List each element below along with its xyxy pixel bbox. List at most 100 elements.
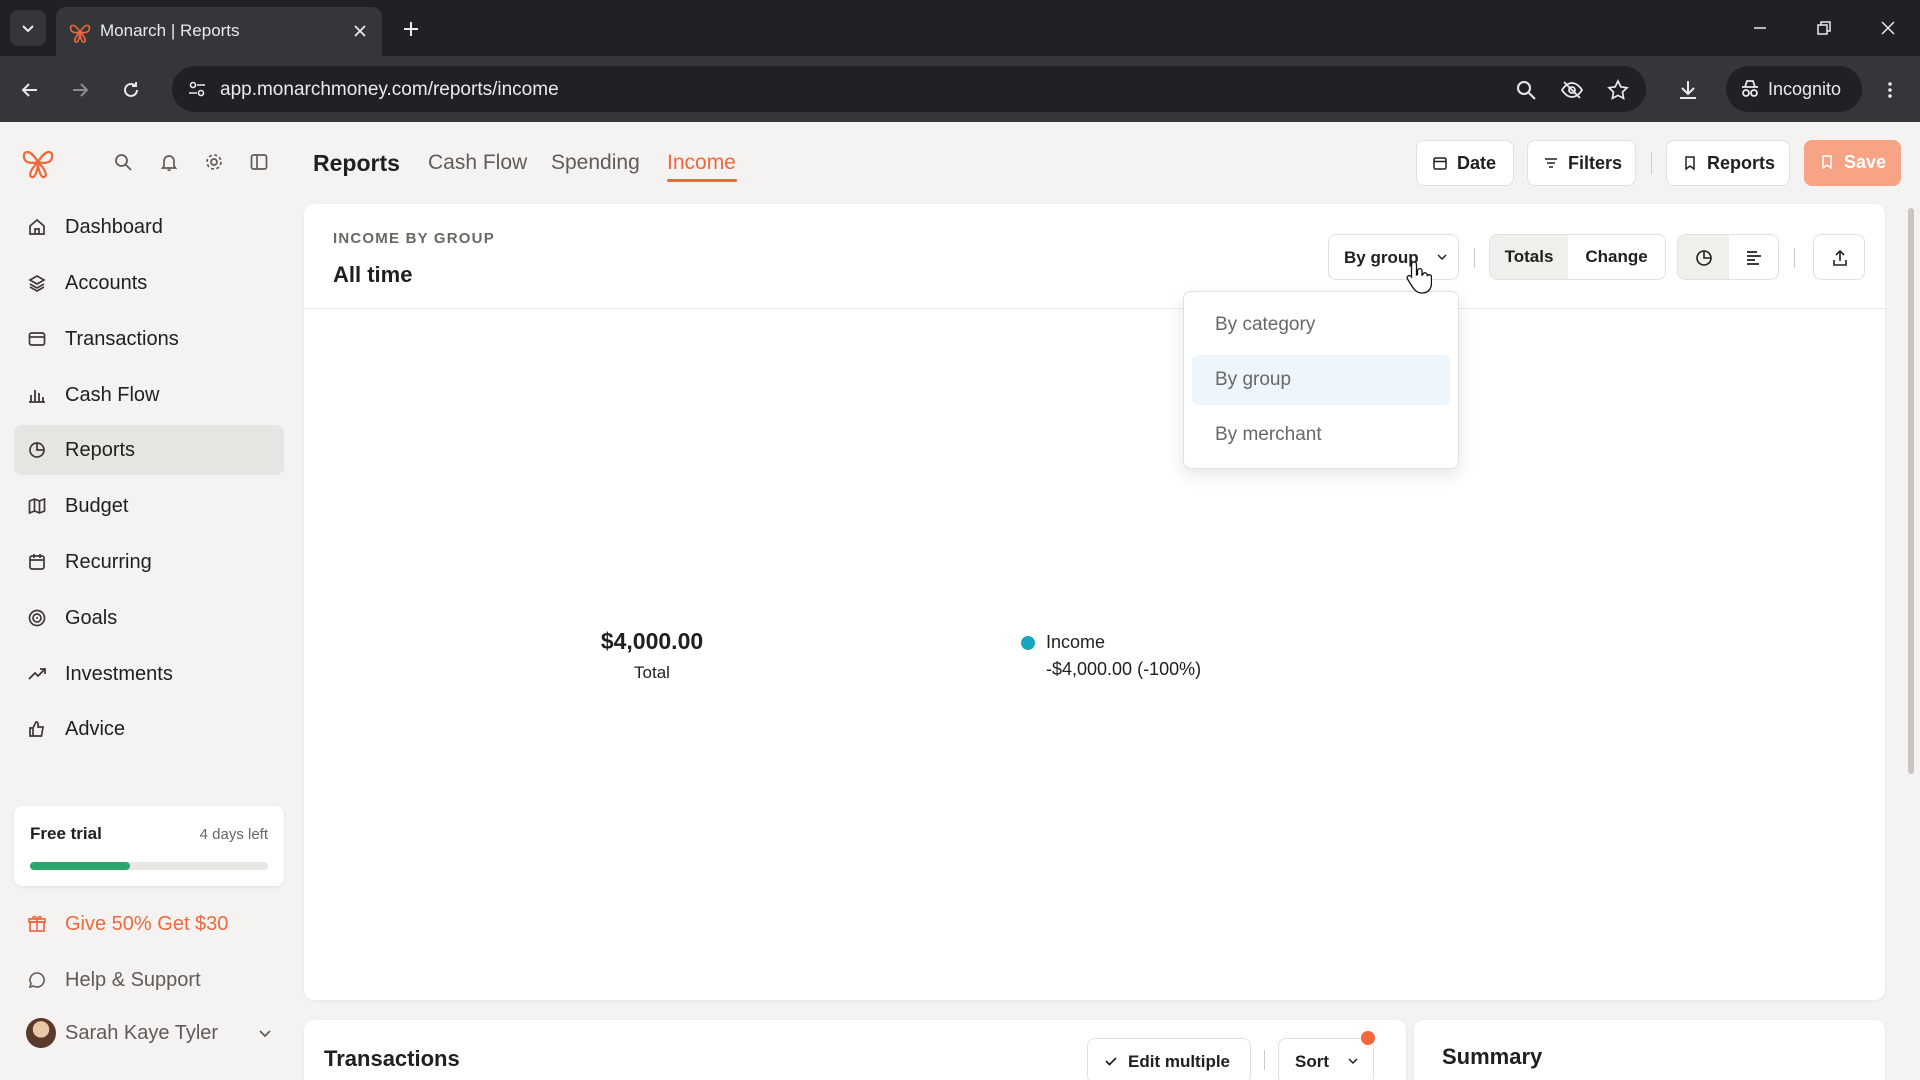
help-label: Help & Support [65,969,201,991]
tab-search-button[interactable] [10,10,46,46]
menu-item-label: By merchant [1215,424,1322,445]
summary-card: Summary [1414,1020,1885,1080]
site-info-icon[interactable] [182,74,212,104]
sidebar-toggle-icon[interactable] [245,148,273,176]
monarch-logo-icon[interactable] [20,144,56,180]
sidebar-item-label: Advice [65,718,126,740]
user-menu[interactable]: Sarah Kaye Tyler [14,1008,284,1058]
pie-chart-toggle[interactable] [1678,235,1729,279]
trend-up-icon [26,663,48,685]
edit-multiple-button[interactable]: Edit multiple [1087,1038,1251,1080]
bell-icon[interactable] [155,148,183,176]
income-report-card: INCOME BY GROUP All time By group Totals… [304,204,1885,1000]
reload-button[interactable] [113,72,149,108]
date-button[interactable]: Date [1416,140,1514,186]
change-label: Change [1585,247,1648,266]
sidebar-item-label: Recurring [65,551,152,573]
address-bar[interactable]: app.monarchmoney.com/reports/income [172,66,1646,112]
tab-spending[interactable]: Spending [551,151,640,175]
tab-close-icon[interactable] [348,19,372,43]
new-tab-button[interactable] [396,14,426,44]
bookmark-icon [1681,154,1699,172]
sidebar-item-budget[interactable]: Budget [14,481,284,531]
menu-item-by-merchant[interactable]: By merchant [1192,410,1450,460]
sidebar-item-label: Goals [65,607,118,629]
sidebar-item-advice[interactable]: Advice [14,704,284,754]
sort-label: Sort [1295,1052,1329,1071]
total-label: Total [634,663,670,682]
group-by-menu: By category By group By merchant [1183,291,1459,469]
trial-days-left: 4 days left [199,826,268,843]
close-window-button[interactable] [1868,12,1908,44]
back-button[interactable] [12,72,48,108]
totals-label: Totals [1504,247,1554,266]
filters-button[interactable]: Filters [1527,140,1636,186]
sidebar-item-goals[interactable]: Goals [14,593,284,643]
browser-tab[interactable]: Monarch | Reports [56,7,382,56]
monarch-favicon-icon [69,24,91,43]
restore-icon [1817,21,1831,35]
sidebar-item-label: Cash Flow [65,384,160,406]
map-icon [26,495,48,517]
sidebar-item-reports[interactable]: Reports [14,425,284,475]
menu-item-by-category[interactable]: By category [1192,300,1450,350]
group-by-dropdown[interactable]: By group [1328,234,1459,280]
eye-off-icon[interactable] [1558,76,1586,104]
browser-tabstrip: Monarch | Reports [0,0,1920,56]
calendar-icon [1431,154,1449,172]
search-icon[interactable] [109,148,137,176]
menu-item-by-group[interactable]: By group [1192,355,1450,405]
bar-chart-toggle[interactable] [1729,235,1778,279]
chart-type-toggle [1677,234,1779,280]
address-url[interactable]: app.monarchmoney.com/reports/income [220,79,559,101]
export-button[interactable] [1813,234,1865,280]
gift-icon [26,913,48,935]
tab-income[interactable]: Income [667,151,736,175]
report-date-range: All time [333,262,413,287]
summary-title: Summary [1442,1044,1543,1069]
trial-progress-fill [30,862,130,870]
control-divider [1264,1050,1265,1070]
trial-title: Free trial [30,824,102,843]
sort-button[interactable]: Sort [1278,1038,1374,1080]
sidebar-item-investments[interactable]: Investments [14,649,284,699]
legend-swatch-income [1021,636,1035,650]
legend-item-name[interactable]: Income [1046,632,1105,653]
bookmark-star-icon[interactable] [1604,76,1632,104]
reports-menu-button[interactable]: Reports [1666,140,1790,186]
arrow-right-icon [73,83,89,97]
page-title: Reports [313,150,400,176]
credit-card-icon [26,328,48,350]
hand-cursor-icon [1406,261,1432,294]
avatar [26,1018,56,1048]
sidebar: Dashboard Accounts Transactions Cash Flo… [0,122,296,1080]
page-scrollbar[interactable] [1908,208,1914,774]
incognito-icon [1742,80,1758,97]
sidebar-item-cash-flow[interactable]: Cash Flow [14,370,284,420]
minimize-button[interactable] [1740,12,1780,44]
card-divider [304,308,1885,309]
browser-menu-button[interactable] [1872,72,1908,108]
forward-button[interactable] [62,72,98,108]
sidebar-item-dashboard[interactable]: Dashboard [14,202,284,252]
restore-button[interactable] [1804,12,1844,44]
change-toggle[interactable]: Change [1568,235,1665,279]
zoom-icon[interactable] [1512,76,1540,104]
sidebar-item-transactions[interactable]: Transactions [14,314,284,364]
free-trial-card[interactable]: Free trial 4 days left [14,806,284,886]
sidebar-item-accounts[interactable]: Accounts [14,258,284,308]
help-support-link[interactable]: Help & Support [14,958,284,1002]
referral-link[interactable]: Give 50% Get $30 [14,902,284,946]
downloads-button[interactable] [1670,72,1706,108]
download-icon [1680,81,1696,99]
sidebar-item-recurring[interactable]: Recurring [14,537,284,587]
incognito-badge[interactable]: Incognito [1726,66,1862,112]
totals-toggle[interactable]: Totals [1490,235,1568,279]
save-button[interactable]: Save [1804,140,1901,186]
tab-title: Monarch | Reports [100,21,240,40]
close-icon [1881,21,1895,35]
reports-menu-label: Reports [1707,153,1776,173]
tab-cash-flow[interactable]: Cash Flow [428,151,527,175]
gear-icon[interactable] [200,148,228,176]
thumbs-up-icon [26,718,48,740]
